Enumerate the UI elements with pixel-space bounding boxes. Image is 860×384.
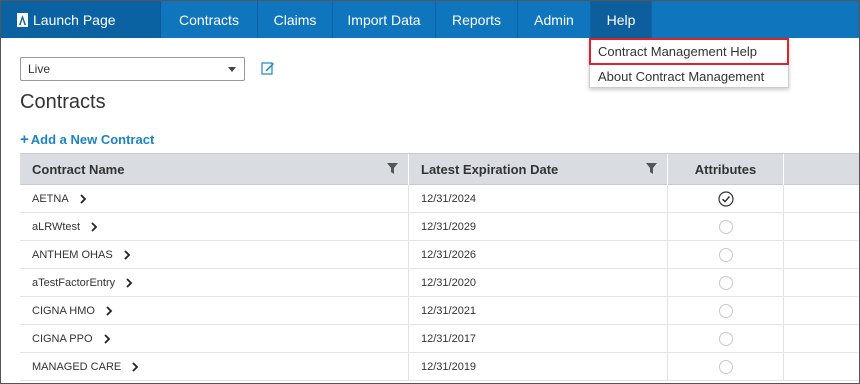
attribute-radio[interactable] [718, 303, 733, 318]
contract-name[interactable]: ANTHEM OHAS [32, 249, 113, 261]
chevron-down-icon [228, 67, 236, 72]
expiration-date-cell: 12/31/2019 [409, 353, 668, 380]
table-header: Contract Name Latest Expiration Date Att… [20, 153, 859, 185]
column-header-contract-name[interactable]: Contract Name [20, 154, 409, 185]
column-header-empty [784, 154, 859, 185]
launch-page-label: Launch Page [33, 11, 116, 28]
status-select-value: Live [28, 62, 51, 76]
table-row[interactable]: CIGNA PPO 12/31/2017 [20, 325, 859, 353]
app-logo-icon [17, 12, 28, 27]
column-label: Latest Expiration Date [421, 162, 559, 177]
table-row[interactable]: aLRWtest 12/31/2029 [20, 213, 859, 241]
expiration-date-cell: 12/31/2029 [409, 213, 668, 240]
attribute-radio[interactable] [718, 359, 733, 374]
nav-contracts[interactable]: Contracts [161, 1, 258, 38]
app-window: Launch Page Contracts Claims Import Data… [0, 0, 860, 384]
filter-icon[interactable] [387, 163, 398, 174]
nav-claims[interactable]: Claims [258, 1, 333, 38]
chevron-right-icon[interactable] [131, 361, 139, 372]
help-dropdown-menu: Contract Management Help About Contract … [589, 38, 789, 88]
table-row[interactable]: CIGNA HMO 12/31/2021 [20, 297, 859, 325]
expiration-date-cell: 12/31/2017 [409, 325, 668, 352]
table-row[interactable]: ANTHEM OHAS 12/31/2026 [20, 241, 859, 269]
filter-icon[interactable] [646, 163, 657, 174]
contract-name[interactable]: aTestFactorEntry [32, 277, 115, 289]
expiration-date-cell: 12/31/2024 [409, 185, 668, 212]
contract-name-cell: MANAGED CARE [20, 353, 409, 380]
attributes-cell [668, 185, 784, 212]
attributes-cell [668, 297, 784, 324]
attributes-cell [668, 269, 784, 296]
attributes-cell [668, 241, 784, 268]
attributes-cell [668, 325, 784, 352]
attributes-cell [668, 213, 784, 240]
menu-item-about-contract-management[interactable]: About Contract Management [590, 64, 788, 89]
empty-cell [784, 297, 859, 324]
add-new-contract-label: Add a New Contract [30, 132, 155, 147]
empty-cell [784, 325, 859, 352]
chevron-right-icon[interactable] [105, 305, 113, 316]
chevron-right-icon[interactable] [90, 221, 98, 232]
add-new-contract-link[interactable]: + Add a New Contract [20, 131, 154, 148]
empty-cell [784, 185, 859, 212]
chevron-right-icon[interactable] [103, 333, 111, 344]
contract-name-cell: aLRWtest [20, 213, 409, 240]
contract-name[interactable]: MANAGED CARE [32, 361, 121, 373]
contract-name-cell: aTestFactorEntry [20, 269, 409, 296]
column-header-attributes[interactable]: Attributes [668, 154, 784, 185]
contract-name[interactable]: CIGNA HMO [32, 305, 95, 317]
chevron-right-icon[interactable] [79, 193, 87, 204]
expiration-date-cell: 12/31/2026 [409, 241, 668, 268]
attribute-radio[interactable] [718, 275, 733, 290]
empty-cell [784, 241, 859, 268]
attribute-radio[interactable] [718, 219, 733, 234]
contract-name-cell: CIGNA PPO [20, 325, 409, 352]
status-select[interactable]: Live [20, 57, 245, 81]
table-row[interactable]: AETNA 12/31/2024 [20, 185, 859, 213]
menu-item-contract-management-help[interactable]: Contract Management Help [589, 38, 789, 65]
nav-admin[interactable]: Admin [518, 1, 591, 38]
top-nav: Launch Page Contracts Claims Import Data… [1, 1, 859, 38]
nav-import-data[interactable]: Import Data [333, 1, 436, 38]
edit-icon[interactable] [261, 61, 275, 75]
contract-name[interactable]: CIGNA PPO [32, 333, 93, 345]
contract-name[interactable]: aLRWtest [32, 221, 80, 233]
contract-name[interactable]: AETNA [32, 193, 69, 205]
page-title: Contracts [20, 91, 106, 113]
empty-cell [784, 269, 859, 296]
checked-circle-icon[interactable] [717, 190, 734, 207]
table-row[interactable]: MANAGED CARE 12/31/2019 [20, 353, 859, 381]
expiration-date-cell: 12/31/2021 [409, 297, 668, 324]
contracts-table: Contract Name Latest Expiration Date Att… [20, 153, 859, 381]
attributes-cell [668, 353, 784, 380]
chevron-right-icon[interactable] [125, 277, 133, 288]
table-row[interactable]: aTestFactorEntry 12/31/2020 [20, 269, 859, 297]
attribute-radio[interactable] [718, 247, 733, 262]
expiration-date-cell: 12/31/2020 [409, 269, 668, 296]
column-label: Contract Name [32, 162, 125, 177]
contract-name-cell: CIGNA HMO [20, 297, 409, 324]
nav-help[interactable]: Help [591, 1, 652, 38]
attribute-radio[interactable] [718, 331, 733, 346]
empty-cell [784, 353, 859, 380]
plus-icon: + [20, 131, 29, 148]
contract-name-cell: ANTHEM OHAS [20, 241, 409, 268]
chevron-right-icon[interactable] [123, 249, 131, 260]
table-body: AETNA 12/31/2024 aLRWtest 12/31/2029 ANTHEM … [20, 185, 859, 381]
column-header-latest-expiration-date[interactable]: Latest Expiration Date [409, 154, 668, 185]
nav-reports[interactable]: Reports [436, 1, 518, 38]
contract-name-cell: AETNA [20, 185, 409, 212]
empty-cell [784, 213, 859, 240]
launch-page-link[interactable]: Launch Page [1, 1, 161, 38]
